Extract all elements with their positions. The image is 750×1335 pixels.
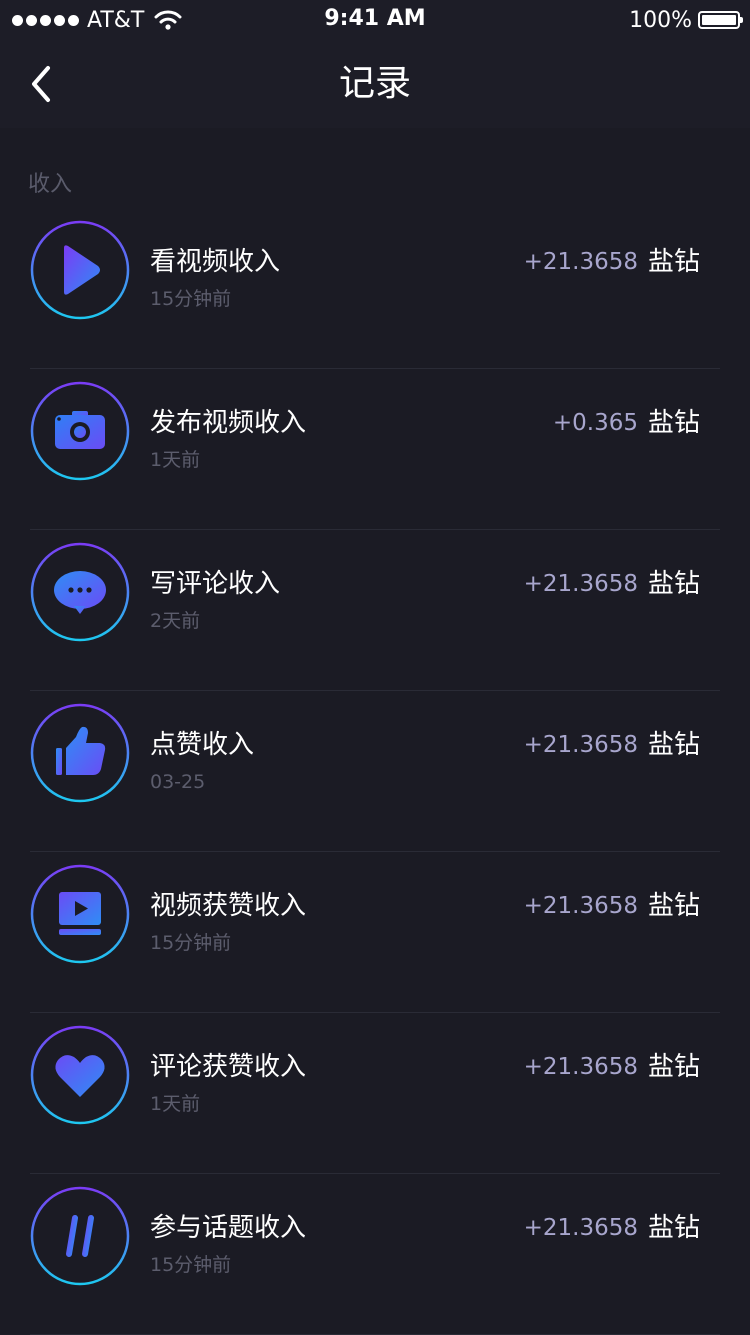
list-item[interactable]: 点赞收入 03-25 +21.3658 盐钻 — [0, 691, 750, 852]
page-title: 记录 — [338, 63, 411, 104]
record-amount: +21.3658 盐钻 — [524, 566, 700, 602]
list-item[interactable]: 发布视频收入 1天前 +0.365 盐钻 — [0, 369, 750, 530]
record-title: 点赞收入 — [150, 730, 255, 760]
record-amount: +21.3658 盐钻 — [524, 888, 700, 924]
amount-value: +21.3658 — [523, 571, 638, 597]
camera-icon — [30, 381, 130, 481]
list-item[interactable]: 看视频收入 15分钟前 +21.3658 盐钻 — [0, 208, 750, 369]
amount-value: +21.3658 — [523, 249, 638, 275]
record-time: 15分钟前 — [150, 932, 232, 954]
record-amount: +21.3658 盐钻 — [524, 1049, 700, 1085]
amount-value: +21.3658 — [523, 893, 638, 919]
chat-bubble-icon — [30, 542, 130, 642]
status-battery-group: 100% — [629, 6, 743, 34]
record-time: 1天前 — [150, 449, 201, 471]
records-list: 看视频收入 15分钟前 +21.3658 盐钻 发布视频收入 1天前 +0.36… — [0, 208, 750, 1335]
heart-icon — [30, 1025, 130, 1125]
amount-value: +21.3658 — [523, 1054, 638, 1080]
amount-unit: 盐钻 — [647, 891, 700, 921]
battery-icon — [698, 11, 743, 29]
record-time: 1天前 — [150, 1093, 201, 1115]
record-time: 03-25 — [150, 771, 206, 793]
navigation-bar: 记录 — [0, 40, 750, 128]
thumbs-up-icon — [30, 703, 130, 803]
amount-value: +21.3658 — [523, 1215, 638, 1241]
record-title: 评论获赞收入 — [150, 1052, 307, 1082]
record-time: 2天前 — [150, 610, 201, 632]
amount-unit: 盐钻 — [647, 1213, 700, 1243]
list-item[interactable]: 参与话题收入 15分钟前 +21.3658 盐钻 — [0, 1174, 750, 1335]
record-title: 参与话题收入 — [150, 1213, 307, 1243]
record-amount: +21.3658 盐钻 — [524, 727, 700, 763]
record-amount: +0.365 盐钻 — [553, 405, 700, 441]
record-amount: +21.3658 盐钻 — [524, 1210, 700, 1246]
record-time: 15分钟前 — [150, 288, 232, 310]
record-amount: +21.3658 盐钻 — [524, 244, 700, 280]
amount-value: +21.3658 — [523, 732, 638, 758]
list-item[interactable]: 评论获赞收入 1天前 +21.3658 盐钻 — [0, 1013, 750, 1174]
record-time: 15分钟前 — [150, 1254, 232, 1276]
record-title: 看视频收入 — [150, 247, 281, 277]
section-label-income: 收入 — [28, 172, 73, 197]
battery-percent: 100% — [629, 7, 692, 33]
amount-unit: 盐钻 — [647, 730, 700, 760]
record-title: 视频获赞收入 — [150, 891, 307, 921]
record-title: 发布视频收入 — [150, 408, 307, 438]
video-player-icon — [30, 864, 130, 964]
list-item[interactable]: 视频获赞收入 15分钟前 +21.3658 盐钻 — [0, 852, 750, 1013]
status-bar: AT&T 9:41 AM 100% — [0, 0, 750, 40]
records-content: 收入 看视频收入 15分钟前 +21.3658 盐钻 发布视频收入 1天前 +0… — [0, 128, 750, 1335]
amount-unit: 盐钻 — [647, 1052, 700, 1082]
amount-unit: 盐钻 — [647, 408, 700, 438]
play-icon — [30, 220, 130, 320]
amount-value: +0.365 — [552, 410, 638, 436]
amount-unit: 盐钻 — [647, 569, 700, 599]
list-item[interactable]: 写评论收入 2天前 +21.3658 盐钻 — [0, 530, 750, 691]
amount-unit: 盐钻 — [647, 247, 700, 277]
hashtag-icon — [30, 1186, 130, 1286]
record-title: 写评论收入 — [150, 569, 281, 599]
